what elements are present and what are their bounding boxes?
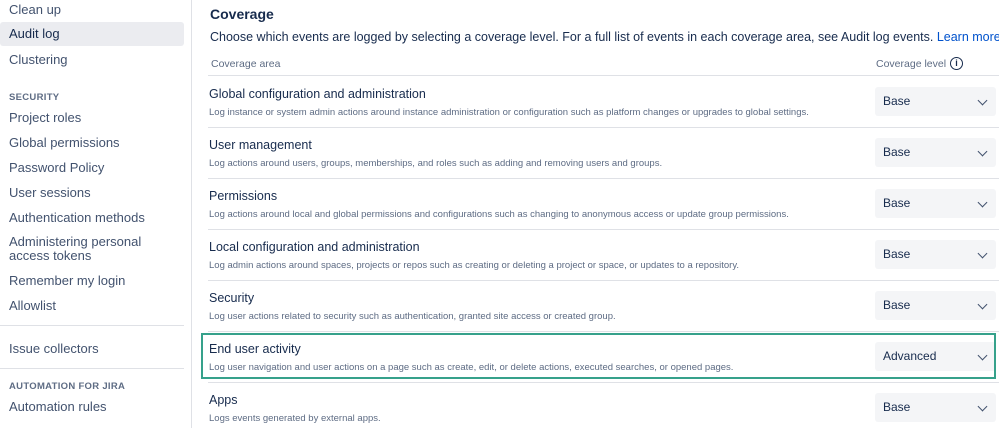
row-description: Log user navigation and user actions on … — [209, 362, 734, 373]
sidebar-item-automation-rules[interactable]: Automation rules — [0, 399, 184, 415]
sidebar-item-project-roles[interactable]: Project roles — [0, 110, 184, 126]
select-value: Base — [883, 145, 911, 159]
select-value: Base — [883, 94, 911, 108]
sidebar-item-clean-up[interactable]: Clean up — [0, 2, 184, 20]
intro-text: Choose which events are logged by select… — [210, 30, 999, 44]
select-value: Base — [883, 196, 911, 210]
sidebar: Clean up Audit log Clustering SECURITY P… — [0, 0, 192, 428]
chevron-down-icon — [977, 350, 988, 361]
chevron-down-icon — [977, 299, 988, 310]
row-description: Log instance or system admin actions aro… — [209, 107, 809, 118]
table-row: End user activity Log user navigation an… — [208, 331, 999, 382]
security-heading: SECURITY — [9, 92, 60, 103]
sidebar-item-authentication-methods[interactable]: Authentication methods — [0, 210, 184, 226]
info-icon[interactable]: i — [950, 57, 963, 70]
chevron-down-icon — [977, 197, 988, 208]
coverage-level-select[interactable]: Base — [875, 291, 996, 320]
sidebar-item-clustering[interactable]: Clustering — [0, 52, 184, 68]
coverage-level-select[interactable]: Base — [875, 240, 996, 269]
sidebar-divider — [0, 368, 184, 369]
sidebar-item-allowlist[interactable]: Allowlist — [0, 298, 184, 314]
sidebar-item-remember-my-login[interactable]: Remember my login — [0, 273, 184, 289]
coverage-level-select[interactable]: Base — [875, 189, 996, 218]
row-title: Permissions — [209, 189, 278, 203]
coverage-level-select[interactable]: Base — [875, 87, 996, 116]
coverage-level-select[interactable]: Base — [875, 138, 996, 167]
row-title: Global configuration and administration — [209, 87, 426, 101]
row-description: Log user actions related to security suc… — [209, 311, 616, 322]
row-title: End user activity — [209, 342, 301, 356]
row-description: Log admin actions around spaces, project… — [209, 260, 740, 271]
row-description: Log actions around local and global perm… — [209, 209, 789, 220]
chevron-down-icon — [977, 146, 988, 157]
column-header-coverage-level: Coverage level — [876, 58, 947, 70]
select-value: Base — [883, 400, 911, 414]
chevron-down-icon — [977, 95, 988, 106]
coverage-level-select[interactable]: Base — [875, 393, 996, 422]
chevron-down-icon — [977, 248, 988, 259]
row-title: Security — [209, 291, 255, 305]
select-value: Base — [883, 247, 911, 261]
row-description: Log actions around users, groups, member… — [209, 158, 663, 169]
sidebar-divider — [0, 325, 184, 326]
coverage-panel: Coverage Choose which events are logged … — [208, 0, 999, 428]
sidebar-item-password-policy[interactable]: Password Policy — [0, 160, 184, 176]
table-row: Permissions Log actions around local and… — [208, 178, 999, 229]
sidebar-item-personal-access-tokens[interactable]: Administering personal access tokens — [0, 235, 175, 263]
sidebar-item-audit-log[interactable]: Audit log — [0, 22, 184, 46]
page-title: Coverage — [210, 6, 274, 22]
table-row: Global configuration and administration … — [208, 76, 999, 127]
row-description: Logs events generated by external apps. — [209, 413, 381, 424]
sidebar-item-global-permissions[interactable]: Global permissions — [0, 135, 184, 151]
automation-heading: AUTOMATION FOR JIRA — [9, 381, 126, 392]
column-header-coverage-area: Coverage area — [211, 58, 281, 70]
sidebar-item-issue-collectors[interactable]: Issue collectors — [0, 341, 184, 357]
row-title: User management — [209, 138, 312, 152]
select-value: Base — [883, 298, 911, 312]
table-row: Local configuration and administration L… — [208, 229, 999, 280]
learn-more-link[interactable]: Learn more — [937, 30, 999, 44]
intro-description: Choose which events are logged by select… — [210, 30, 934, 44]
chevron-down-icon — [977, 401, 988, 412]
table-row: User management Log actions around users… — [208, 127, 999, 178]
sidebar-item-user-sessions[interactable]: User sessions — [0, 185, 184, 201]
table-row: Security Log user actions related to sec… — [208, 280, 999, 331]
table-row: Apps Logs events generated by external a… — [208, 382, 999, 433]
row-title: Apps — [209, 393, 238, 407]
select-value: Advanced — [883, 349, 937, 363]
row-title: Local configuration and administration — [209, 240, 420, 254]
coverage-level-select[interactable]: Advanced — [875, 342, 996, 371]
